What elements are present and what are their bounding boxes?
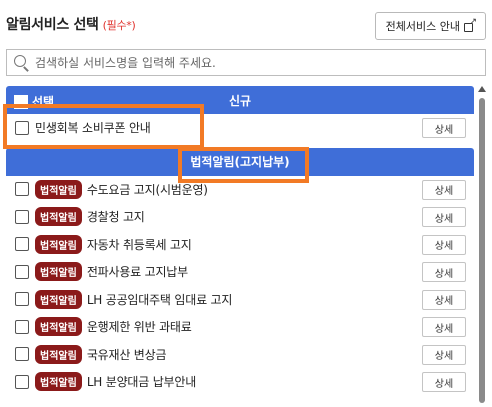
search-icon xyxy=(14,55,29,70)
detail-button[interactable]: 상세 xyxy=(422,179,466,200)
required-mark: (필수*) xyxy=(102,19,136,32)
legal-badge: 법적알림 xyxy=(35,207,82,227)
item-checkbox[interactable] xyxy=(15,347,29,362)
list-item: 법적알림 국유재산 변상금 상세 xyxy=(6,341,474,369)
legal-badge: 법적알림 xyxy=(35,317,82,337)
title-row: 알림서비스 선택 (필수*) 전체서비스 안내 xyxy=(6,6,486,40)
legal-badge: 법적알림 xyxy=(35,234,82,254)
highlight-box-new-item xyxy=(3,104,204,149)
item-label: 자동차 취등록세 고지 xyxy=(86,237,192,252)
legal-badge: 법적알림 xyxy=(35,289,82,309)
detail-button[interactable]: 상세 xyxy=(422,317,466,337)
scrollbar[interactable] xyxy=(478,86,486,407)
item-label: 전파사용료 고지납부 xyxy=(86,265,188,280)
page-title: 알림서비스 선택 (필수*) xyxy=(6,14,136,34)
detail-button[interactable]: 상세 xyxy=(422,372,466,392)
item-label: 수도요금 고지(시범운영) xyxy=(86,182,208,197)
group-legal: 법적알림(고지납부) 법적알림 수도요금 고지(시범운영) 상세 법적알림 경찰… xyxy=(6,147,474,396)
group-title: 신규 xyxy=(228,93,252,108)
list-item: 법적알림 자동차 취등록세 고지 상세 xyxy=(6,231,474,259)
legal-badge: 법적알림 xyxy=(35,344,82,364)
detail-button[interactable]: 상세 xyxy=(422,234,466,255)
list-item: 법적알림 전파사용료 고지납부 상세 xyxy=(6,258,474,286)
list-item: 법적알림 운행제한 위반 과태료 상세 xyxy=(6,313,474,341)
item-checkbox[interactable] xyxy=(15,209,29,224)
item-checkbox[interactable] xyxy=(15,292,29,307)
search-input[interactable] xyxy=(35,55,475,70)
detail-button[interactable]: 상세 xyxy=(422,289,466,310)
detail-button[interactable]: 상세 xyxy=(422,262,466,282)
item-checkbox[interactable] xyxy=(15,237,29,252)
scroll-up-arrow-icon[interactable] xyxy=(478,86,486,92)
scroll-thumb[interactable] xyxy=(479,98,485,403)
legal-badge: 법적알림 xyxy=(35,179,82,199)
all-services-label: 전체서비스 안내 xyxy=(385,20,460,33)
item-label: LH 공공임대주택 임대료 고지 xyxy=(86,292,233,307)
item-checkbox[interactable] xyxy=(15,264,29,279)
item-label: 경찰청 고지 xyxy=(86,210,145,225)
all-services-button[interactable]: 전체서비스 안내 xyxy=(374,12,486,40)
list-item: 법적알림 경찰청 고지 상세 xyxy=(6,203,474,231)
item-label: LH 분양대금 납부안내 xyxy=(86,375,197,390)
detail-button[interactable]: 상세 xyxy=(422,118,466,138)
legal-badge: 법적알림 xyxy=(35,372,82,392)
item-checkbox[interactable] xyxy=(15,319,29,334)
external-link-icon xyxy=(464,17,477,32)
item-checkbox[interactable] xyxy=(15,374,29,389)
item-label: 운행제한 위반 과태료 xyxy=(86,320,192,335)
list-item: 법적알림 LH 공공임대주택 임대료 고지 상세 xyxy=(6,286,474,314)
page-title-text: 알림서비스 선택 xyxy=(6,17,99,33)
search-box xyxy=(6,49,486,76)
detail-button[interactable]: 상세 xyxy=(422,344,466,365)
highlight-box-legal-header xyxy=(178,147,309,183)
legal-badge: 법적알림 xyxy=(35,262,82,282)
item-checkbox[interactable] xyxy=(15,182,29,197)
list-item: 법적알림 LH 분양대금 납부안내 상세 xyxy=(6,368,474,396)
detail-button[interactable]: 상세 xyxy=(422,207,466,227)
item-label: 국유재산 변상금 xyxy=(86,347,167,362)
